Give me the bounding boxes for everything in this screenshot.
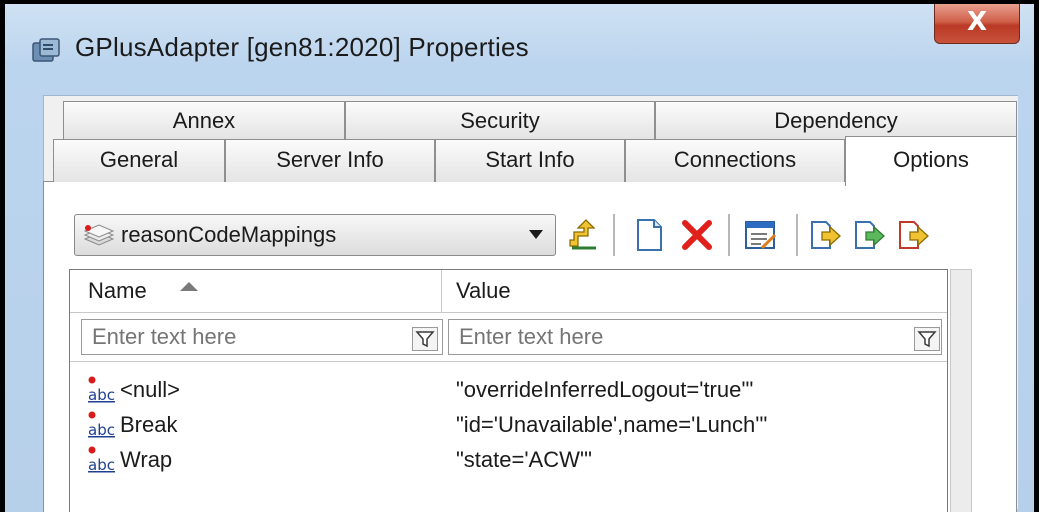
section-dropdown[interactable]: reasonCodeMappings bbox=[74, 214, 556, 256]
tab-general[interactable]: General bbox=[53, 139, 225, 182]
chevron-down-icon[interactable] bbox=[529, 230, 543, 239]
adapter-app-icon bbox=[32, 38, 60, 62]
table-row[interactable]: abc <null> "overrideInferredLogout='true… bbox=[0, 373, 940, 407]
title-bar[interactable]: GPlusAdapter [gen81:2020] Properties X bbox=[5, 4, 1034, 90]
edit-icon[interactable] bbox=[744, 218, 778, 252]
close-icon: X bbox=[966, 7, 988, 37]
tab-start-info[interactable]: Start Info bbox=[435, 139, 625, 182]
string-value-icon: abc bbox=[88, 376, 115, 404]
export-icon[interactable] bbox=[852, 218, 886, 252]
tab-options[interactable]: Options bbox=[845, 136, 1017, 186]
toolbar-separator bbox=[796, 214, 799, 256]
svg-text:abc: abc bbox=[88, 421, 115, 439]
delete-icon[interactable] bbox=[680, 218, 714, 252]
svg-text:abc: abc bbox=[88, 386, 115, 404]
section-icon bbox=[83, 224, 115, 246]
tab-connections[interactable]: Connections bbox=[625, 139, 845, 182]
column-divider[interactable] bbox=[441, 270, 442, 312]
section-dropdown-value: reasonCodeMappings bbox=[121, 222, 337, 247]
svg-text:abc: abc bbox=[88, 456, 115, 474]
row-name: Break bbox=[120, 412, 178, 437]
sort-ascending-icon bbox=[180, 282, 198, 291]
table-row[interactable]: abc Wrap "state='ACW'" bbox=[0, 443, 940, 477]
filter-icon[interactable] bbox=[412, 327, 438, 351]
toolbar-separator bbox=[728, 214, 731, 256]
tab-security[interactable]: Security bbox=[345, 101, 655, 139]
row-value: "overrideInferredLogout='true'" bbox=[456, 377, 754, 402]
import-icon[interactable] bbox=[808, 218, 842, 252]
copy-icon[interactable] bbox=[896, 218, 930, 252]
toolbar-separator bbox=[613, 214, 616, 256]
new-document-icon[interactable] bbox=[632, 218, 666, 252]
row-value: "state='ACW'" bbox=[456, 447, 592, 472]
row-name: Wrap bbox=[120, 447, 173, 472]
row-name: <null> bbox=[120, 377, 180, 402]
tab-dependency[interactable]: Dependency bbox=[655, 101, 1017, 139]
tab-annex[interactable]: Annex bbox=[63, 101, 345, 139]
close-button[interactable]: X bbox=[934, 4, 1020, 44]
name-filter-input[interactable] bbox=[81, 319, 443, 355]
row-value: "id='Unavailable',name='Lunch'" bbox=[456, 412, 768, 437]
value-filter-input[interactable] bbox=[448, 319, 942, 355]
filter-icon[interactable] bbox=[914, 327, 940, 351]
string-value-icon: abc bbox=[88, 446, 115, 474]
up-level-icon[interactable] bbox=[566, 218, 600, 252]
column-header-value[interactable]: Value bbox=[456, 270, 511, 312]
string-value-icon: abc bbox=[88, 411, 115, 439]
column-header-name[interactable]: Name bbox=[88, 270, 147, 312]
grid-scrollbar[interactable] bbox=[950, 269, 972, 512]
table-row[interactable]: abc Break "id='Unavailable',name='Lunch'… bbox=[0, 408, 940, 442]
window-title: GPlusAdapter [gen81:2020] Properties bbox=[75, 32, 529, 62]
tab-server-info[interactable]: Server Info bbox=[225, 139, 435, 182]
